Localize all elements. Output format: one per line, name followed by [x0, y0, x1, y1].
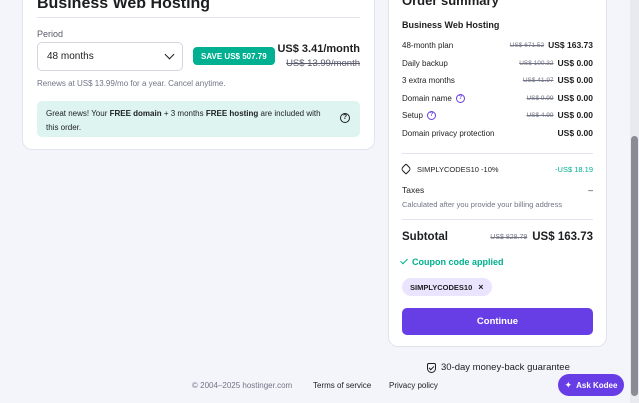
line-name: Domain privacy protection: [402, 128, 495, 138]
subtotal-new: US$ 163.73: [532, 231, 593, 243]
order-summary-card: Order summary Business Web Hosting 48-mo…: [388, 0, 607, 347]
footer-copyright: © 2004–2025 hostinger.com: [192, 381, 293, 390]
line-name: 3 extra months: [402, 75, 455, 85]
help-icon[interactable]: ?: [426, 110, 436, 120]
scrollbar[interactable]: [630, 0, 639, 403]
period-select[interactable]: 48 months: [37, 42, 183, 71]
continue-button[interactable]: Continue: [402, 308, 593, 335]
line-name: Setup: [402, 110, 423, 120]
divider: [402, 219, 593, 220]
line-old-price: US$ 4.99: [526, 111, 554, 119]
line-old-price: US$ 41.97: [522, 76, 554, 84]
plan-title: Business Web Hosting: [37, 0, 211, 12]
plan-card: Business Web Hosting Period 48 months SA…: [22, 0, 375, 150]
save-badge: SAVE US$ 507.79: [193, 47, 275, 65]
info-text-1: Great news! Your: [46, 109, 110, 118]
line-name: Domain name: [402, 93, 452, 103]
summary-line: Domain name? US$ 9.99 US$ 0.00: [402, 92, 593, 104]
period-label: Period: [37, 29, 64, 39]
line-old-price: US$ 100.32: [519, 59, 554, 67]
summary-line: Daily backup US$ 100.32 US$ 0.00: [402, 57, 593, 69]
subtotal-prices: US$ 828.79 US$ 163.73: [490, 231, 593, 243]
period-value: 48 months: [47, 51, 94, 62]
info-free-domain: FREE domain: [109, 109, 162, 118]
money-back-guarantee: 30-day money-back guarantee: [427, 362, 570, 373]
coupon-chip: SIMPLYCODES10 ×: [402, 278, 492, 296]
price-old: US$ 13.99/month: [286, 58, 360, 69]
footer-terms-link[interactable]: Terms of service: [313, 381, 371, 390]
ask-kodee-button[interactable]: ✦ Ask Kodee: [558, 374, 624, 396]
line-name: 48-month plan: [402, 40, 454, 50]
coupon-chip-label: SIMPLYCODES10: [410, 282, 473, 292]
ask-kodee-label: Ask Kodee: [576, 380, 618, 390]
line-new-price: US$ 0.00: [557, 110, 593, 120]
summary-product: Business Web Hosting: [402, 20, 500, 30]
summary-line: 3 extra months US$ 41.97 US$ 0.00: [402, 74, 593, 86]
coupon-discount: -US$ 18.19: [555, 164, 593, 174]
coupon-line: SIMPLYCODES10 -10% -US$ 18.19: [400, 163, 593, 175]
tag-icon: [400, 163, 412, 175]
shield-check-icon: [427, 362, 436, 373]
info-free-hosting: FREE hosting: [205, 109, 259, 118]
sparkle-icon: ✦: [564, 379, 573, 390]
summary-line: Setup? US$ 4.99 US$ 0.00: [402, 109, 593, 121]
divider: [402, 153, 593, 154]
price-per-month: US$ 3.41/month: [277, 43, 360, 55]
free-offer-banner: Great news! Your FREE domain + 3 months …: [37, 101, 360, 137]
line-new-price: US$ 0.00: [557, 58, 593, 68]
line-old-price: US$ 671.52: [509, 41, 545, 49]
check-icon: [400, 256, 408, 265]
coupon-applied-text: Coupon code applied: [412, 257, 504, 267]
footer-privacy-link[interactable]: Privacy policy: [389, 381, 438, 390]
coupon-applied: Coupon code applied: [400, 256, 504, 267]
taxes-value: –: [588, 185, 593, 195]
summary-line: Domain privacy protection US$ 0.00: [402, 127, 593, 139]
taxes-label: Taxes: [402, 185, 425, 195]
remove-coupon-icon[interactable]: ×: [478, 282, 483, 292]
scrollbar-thumb[interactable]: [631, 136, 638, 396]
taxes-note: Calculated after you provide your billin…: [402, 200, 563, 209]
line-new-price: US$ 0.00: [557, 128, 593, 138]
line-old-price: US$ 9.99: [526, 94, 554, 102]
summary-title: Order summary: [402, 0, 499, 8]
guarantee-text: 30-day money-back guarantee: [441, 362, 570, 373]
chevron-down-icon: [164, 49, 175, 60]
line-new-price: US$ 163.73: [548, 40, 593, 50]
info-text-2: + 3 months: [161, 109, 206, 118]
line-new-price: US$ 0.00: [557, 75, 593, 85]
divider: [37, 17, 360, 18]
line-name: Daily backup: [402, 58, 448, 68]
subtotal-label: Subtotal: [402, 231, 448, 243]
help-icon[interactable]: ?: [455, 93, 465, 103]
summary-line: 48-month plan US$ 671.52 US$ 163.73: [402, 39, 593, 51]
coupon-line-label: SIMPLYCODES10 -10%: [417, 164, 499, 174]
subtotal-old: US$ 828.79: [490, 233, 528, 241]
renew-note: Renews at US$ 13.99/mo for a year. Cance…: [37, 79, 226, 88]
help-icon[interactable]: ?: [340, 113, 350, 123]
line-new-price: US$ 0.00: [557, 93, 593, 103]
